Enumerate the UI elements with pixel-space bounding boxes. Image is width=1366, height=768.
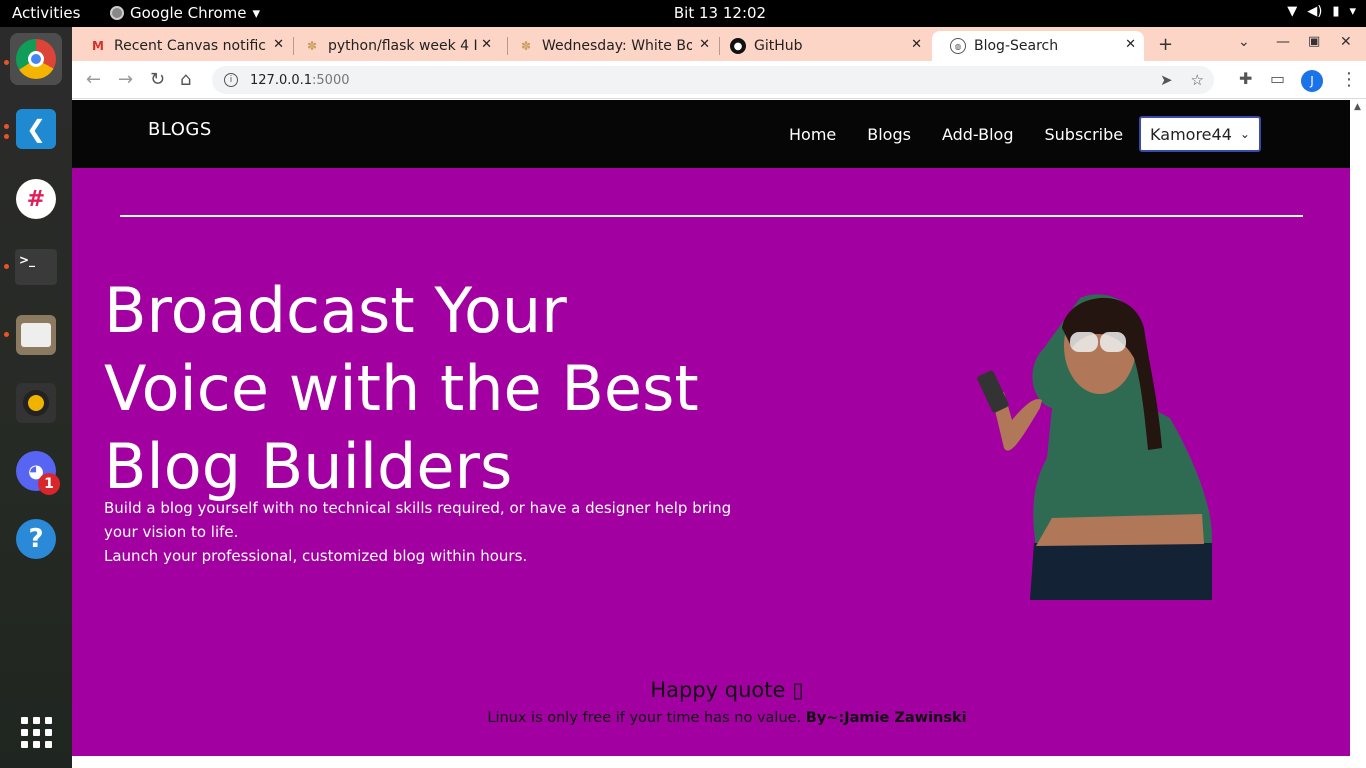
battery-icon: ▮ xyxy=(1332,4,1340,19)
tab-github[interactable]: ● GitHub ✕ xyxy=(712,31,930,61)
hero-heading: Broadcast Your Voice with the Best Blog … xyxy=(104,274,699,503)
dock-help[interactable]: ? xyxy=(10,513,62,565)
nav-add-blog[interactable]: Add-Blog xyxy=(942,125,1014,144)
tab-search-icon[interactable]: ⌄ xyxy=(1238,34,1250,50)
dock-chrome[interactable] xyxy=(10,33,62,85)
tab-title: Recent Canvas notific xyxy=(114,38,267,54)
tab-title: Wednesday: White Bo xyxy=(542,38,692,54)
url-text: 127.0.0.1:5000 xyxy=(250,72,350,88)
tab-title: Blog-Search xyxy=(974,38,1059,54)
slack-icon: # xyxy=(16,179,56,219)
maximize-icon[interactable]: ▣ xyxy=(1308,34,1320,49)
wifi-icon: ▼ xyxy=(1287,4,1298,19)
system-top-bar: Activities Google Chrome ▾ Bit 13 12:02 … xyxy=(0,0,1366,27)
tab-blog-search[interactable]: ◍ Blog-Search ✕ xyxy=(932,31,1144,61)
globe-icon: ◍ xyxy=(950,38,966,54)
minimize-icon[interactable]: — xyxy=(1276,34,1290,50)
reload-icon[interactable]: ↻ xyxy=(150,69,165,90)
system-clock[interactable]: Bit 13 12:02 xyxy=(0,4,1366,22)
quote-author: By~:Jamie Zawinski xyxy=(805,710,967,726)
profile-avatar[interactable]: J xyxy=(1301,70,1323,92)
hero-subtext: Build a blog yourself with no technical … xyxy=(104,496,744,568)
address-bar[interactable]: i 127.0.0.1:5000 ➤ ☆ xyxy=(212,66,1214,94)
palm-tree-icon: ✽ xyxy=(520,39,532,53)
site-navbar: BLOGS Home Blogs Add-Blog Subscribe Kamo… xyxy=(72,100,1350,168)
gmail-icon: M xyxy=(92,39,104,53)
back-icon[interactable]: ← xyxy=(86,69,101,90)
running-indicator xyxy=(4,332,9,337)
palm-tree-icon: ✽ xyxy=(306,39,318,53)
close-tab-icon[interactable]: ✕ xyxy=(911,37,922,52)
volume-icon: ◀) xyxy=(1307,4,1323,19)
close-window-icon[interactable]: ✕ xyxy=(1340,34,1352,50)
chrome-window: M Recent Canvas notific ✕ ✽ python/flask… xyxy=(72,27,1366,768)
system-tray[interactable]: ▼ ◀) ▮ ▾ xyxy=(1287,4,1356,19)
tab-strip: M Recent Canvas notific ✕ ✽ python/flask… xyxy=(72,27,1366,61)
tab-canvas[interactable]: M Recent Canvas notific ✕ xyxy=(72,31,292,61)
tab-wednesday[interactable]: ✽ Wednesday: White Bo ✕ xyxy=(500,31,718,61)
running-indicator xyxy=(4,124,9,129)
chrome-menu-icon[interactable]: ⋮ xyxy=(1340,69,1358,90)
close-tab-icon[interactable]: ✕ xyxy=(481,37,492,52)
page-content: BLOGS Home Blogs Add-Blog Subscribe Kamo… xyxy=(72,100,1350,756)
user-dropdown-button[interactable]: Kamore44 ⌄ xyxy=(1139,116,1261,152)
scroll-up-icon[interactable]: ▲ xyxy=(1354,102,1361,112)
hero-subtext-line2: Launch your professional, customized blo… xyxy=(104,547,528,565)
site-brand[interactable]: BLOGS xyxy=(148,119,212,140)
close-tab-icon[interactable]: ✕ xyxy=(273,37,284,52)
github-icon: ● xyxy=(730,38,746,54)
show-applications-button[interactable] xyxy=(10,706,62,758)
hero-person-image xyxy=(977,294,1212,600)
dock-files[interactable] xyxy=(10,309,62,361)
dock: ❮ # >_ ◕ 1 ? xyxy=(0,27,72,768)
page-scrollbar[interactable]: ▲ xyxy=(1350,100,1366,768)
bookmark-star-icon[interactable]: ☆ xyxy=(1191,71,1204,89)
new-tab-icon[interactable]: + xyxy=(1158,34,1173,55)
hero-divider xyxy=(120,215,1303,217)
quote-title: Happy quote ▯ xyxy=(650,678,804,702)
extensions-icon[interactable]: ✚ xyxy=(1239,69,1252,88)
send-icon[interactable]: ➤ xyxy=(1160,71,1173,89)
app-grid-icon xyxy=(20,716,52,748)
files-icon xyxy=(16,315,56,355)
tab-title: GitHub xyxy=(754,38,803,54)
nav-blogs[interactable]: Blogs xyxy=(867,125,911,144)
tab-title: python/flask week 4 I xyxy=(328,38,478,54)
notification-badge: 1 xyxy=(38,473,60,495)
tab-flask[interactable]: ✽ python/flask week 4 I ✕ xyxy=(286,31,500,61)
speaker-icon xyxy=(16,383,56,423)
site-nav: Home Blogs Add-Blog Subscribe xyxy=(789,125,1123,144)
close-tab-icon[interactable]: ✕ xyxy=(699,37,710,52)
running-indicator xyxy=(4,134,9,139)
cast-icon[interactable]: ▭ xyxy=(1270,69,1285,88)
dock-slack[interactable]: # xyxy=(10,173,62,225)
browser-toolbar: ← → ↻ ⌂ i 127.0.0.1:5000 ➤ ☆ ✚ ▭ J ⋮ xyxy=(72,61,1366,99)
dock-terminal[interactable]: >_ xyxy=(10,241,62,293)
nav-home[interactable]: Home xyxy=(789,125,836,144)
chevron-down-icon: ⌄ xyxy=(1239,127,1250,141)
nav-subscribe[interactable]: Subscribe xyxy=(1045,125,1124,144)
hero-subtext-line1: Build a blog yourself with no technical … xyxy=(104,499,732,541)
vscode-icon: ❮ xyxy=(16,109,56,149)
dock-rhythmbox[interactable] xyxy=(10,377,62,429)
username: Kamore44 xyxy=(1150,124,1232,144)
hero-section: Broadcast Your Voice with the Best Blog … xyxy=(72,168,1350,756)
tray-menu-icon: ▾ xyxy=(1349,4,1356,19)
dock-vscode[interactable]: ❮ xyxy=(10,103,62,155)
terminal-icon: >_ xyxy=(15,249,57,285)
quote-text: Linux is only free if your time has no v… xyxy=(72,710,1350,726)
running-indicator xyxy=(4,264,9,269)
site-info-icon[interactable]: i xyxy=(224,73,238,87)
chrome-icon xyxy=(16,39,56,79)
dock-discord[interactable]: ◕ 1 xyxy=(10,445,62,497)
running-indicator xyxy=(4,60,9,65)
home-icon[interactable]: ⌂ xyxy=(180,69,191,90)
forward-icon[interactable]: → xyxy=(118,69,133,90)
close-tab-icon[interactable]: ✕ xyxy=(1125,37,1136,52)
quote-body: Linux is only free if your time has no v… xyxy=(487,710,802,726)
help-icon: ? xyxy=(16,519,56,559)
